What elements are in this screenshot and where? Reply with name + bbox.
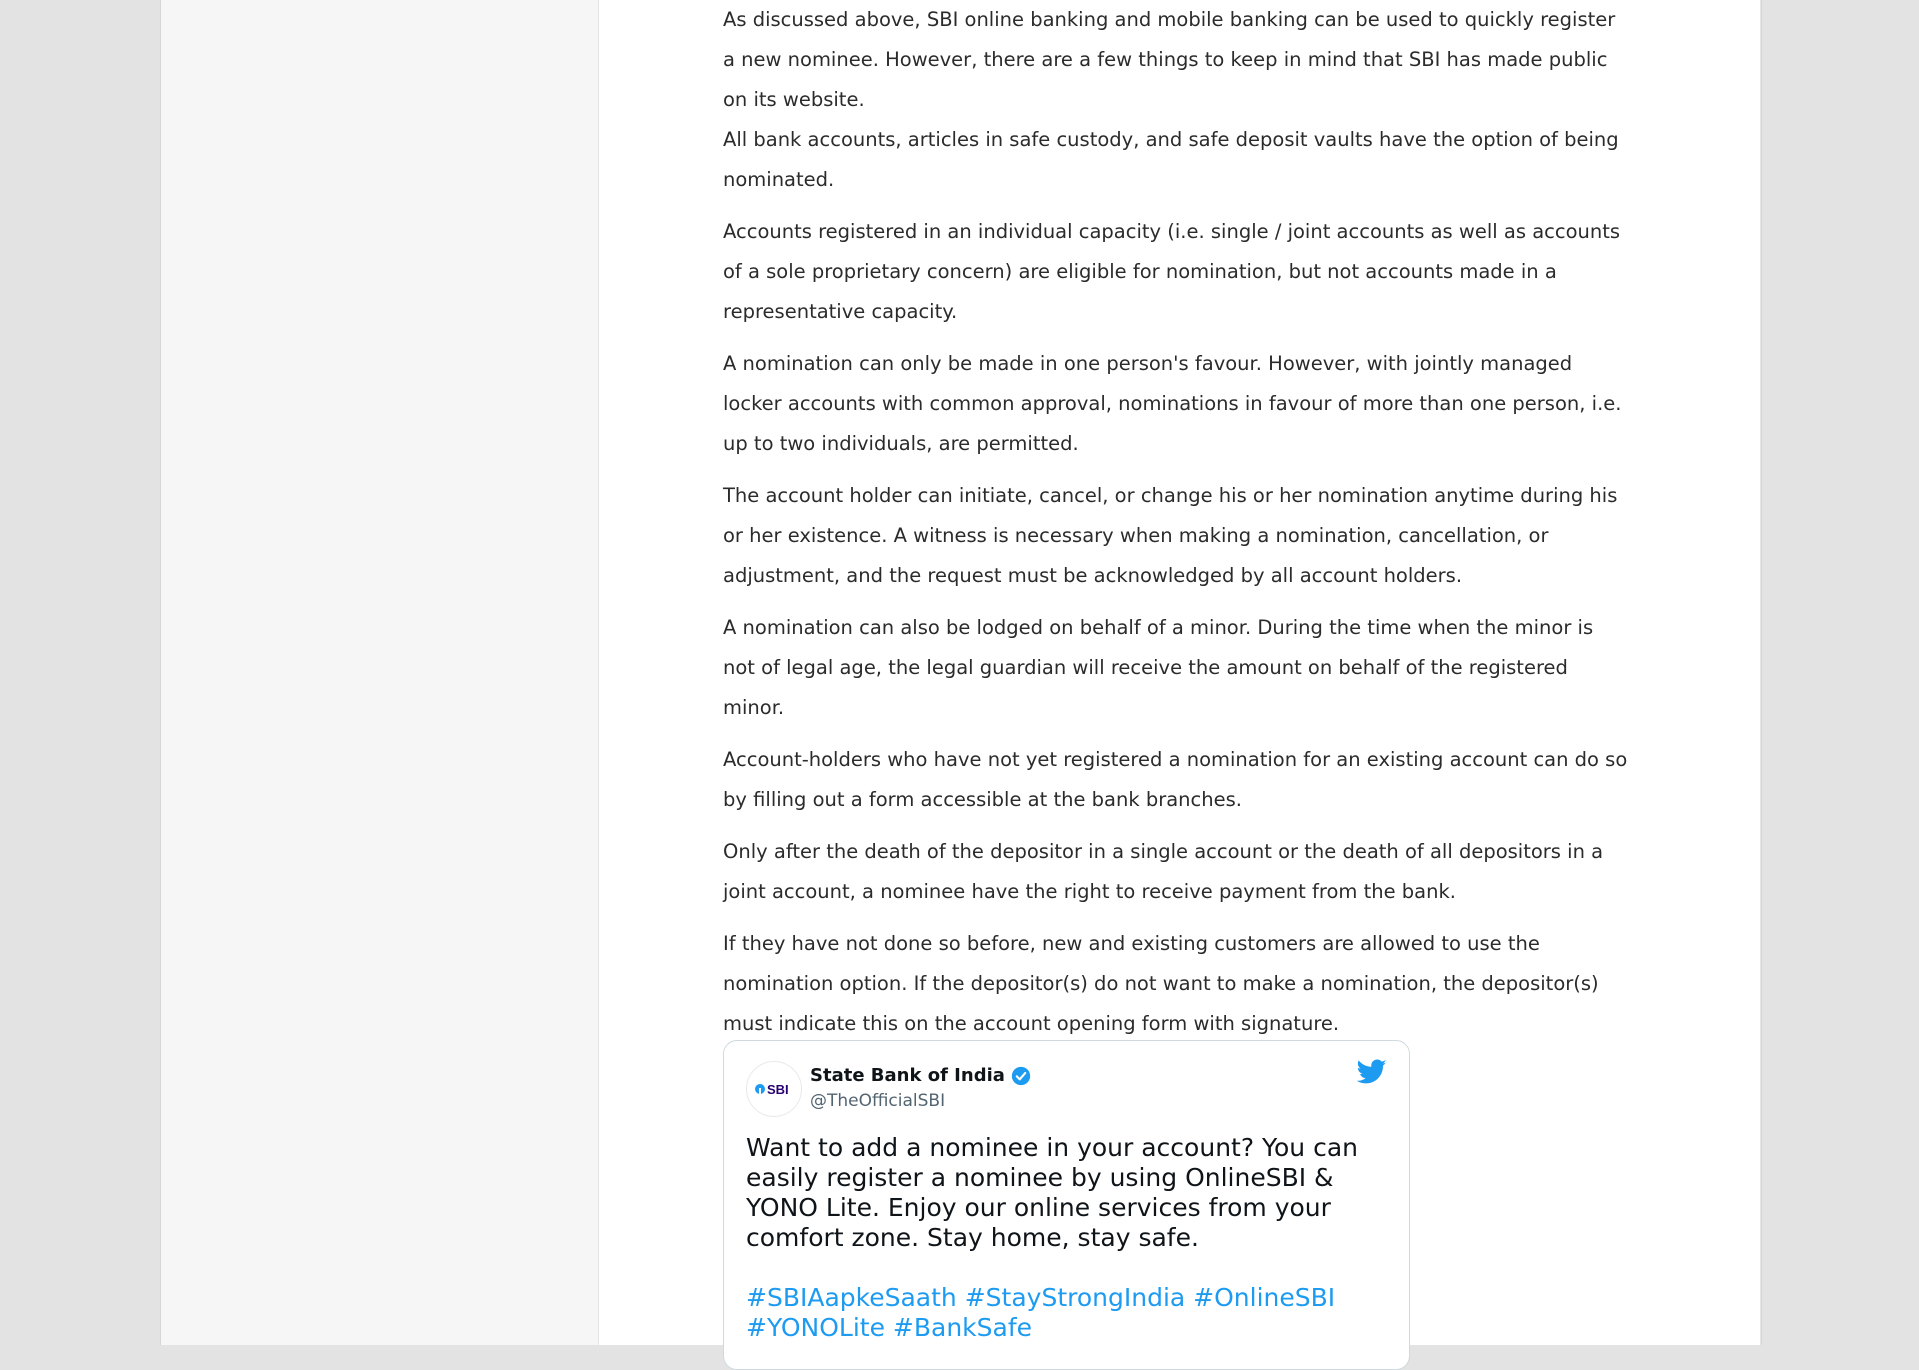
tweet-embed[interactable]: SBI State Bank of India @TheOfficialSBI … <box>723 1040 1410 1370</box>
article-paragraph: Account-holders who have not yet registe… <box>723 748 1628 811</box>
verified-badge-icon <box>1011 1066 1031 1085</box>
article-paragraph: Accounts registered in an individual cap… <box>723 220 1621 323</box>
hashtag-link[interactable]: #SBIAapkeSaath <box>746 1283 957 1312</box>
article-paragraph: A nomination can also be lodged on behal… <box>723 616 1594 719</box>
hashtag-link[interactable]: #OnlineSBI <box>1193 1283 1335 1312</box>
tweet-hashtags: #SBIAapkeSaath #StayStrongIndia #OnlineS… <box>746 1283 1396 1343</box>
article-body: As discussed above, SBI online banking a… <box>723 0 1629 1056</box>
hashtag-link[interactable]: #YONOLite <box>746 1313 885 1342</box>
tweet-avatar[interactable]: SBI <box>746 1061 802 1117</box>
svg-text:SBI: SBI <box>767 1082 789 1097</box>
hashtag-link[interactable]: #BankSafe <box>893 1313 1032 1342</box>
tweet-author[interactable]: State Bank of India <box>810 1065 1031 1086</box>
tweet-handle[interactable]: @TheOfficialSBI <box>810 1091 945 1111</box>
article-paragraph: The account holder can initiate, cancel,… <box>723 484 1618 587</box>
sbi-logo-icon: SBI <box>755 1082 789 1097</box>
article-paragraph: As discussed above, SBI online banking a… <box>723 8 1616 111</box>
article-paragraph: A nomination can only be made in one per… <box>723 352 1622 455</box>
article-paragraph: Only after the death of the depositor in… <box>723 840 1604 903</box>
tweet-text: Want to add a nominee in your account? Y… <box>746 1133 1358 1252</box>
article-paragraph: If they have not done so before, new and… <box>723 932 1599 1035</box>
tweet-author-name[interactable]: State Bank of India <box>810 1065 1005 1086</box>
article-paragraph: All bank accounts, articles in safe cust… <box>723 128 1619 191</box>
hashtag-link[interactable]: #StayStrongIndia <box>965 1283 1186 1312</box>
twitter-bird-icon[interactable] <box>1357 1059 1387 1085</box>
